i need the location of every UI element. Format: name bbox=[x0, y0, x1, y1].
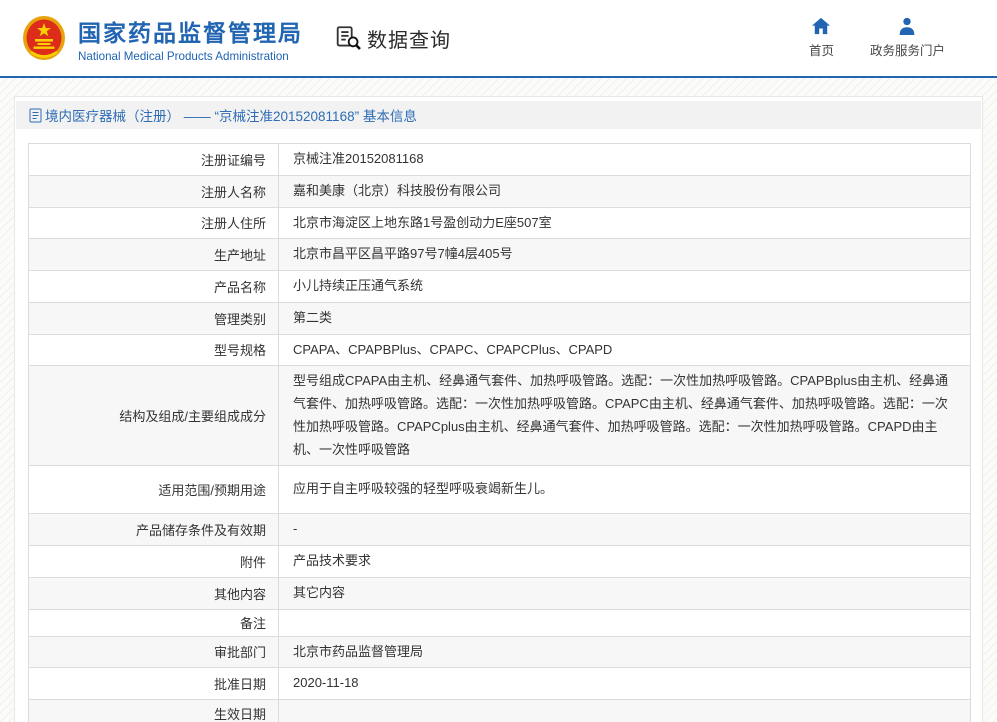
table-row: 备注 bbox=[29, 609, 971, 636]
nav-home[interactable]: 首页 bbox=[809, 17, 834, 59]
field-value: 小儿持续正压通气系统 bbox=[279, 271, 971, 303]
field-value: 应用于自主呼吸较强的轻型呼吸衰竭新生儿。 bbox=[279, 466, 971, 514]
field-label: 批准日期 bbox=[29, 668, 279, 700]
field-label: 产品储存条件及有效期 bbox=[29, 514, 279, 546]
field-label: 备注 bbox=[29, 609, 279, 636]
field-value: 北京市昌平区昌平路97号7幢4层405号 bbox=[279, 239, 971, 271]
field-value bbox=[279, 609, 971, 636]
table-row: 附件产品技术要求 bbox=[29, 546, 971, 578]
field-value: 嘉和美康（北京）科技股份有限公司 bbox=[279, 175, 971, 207]
content-panel: 境内医疗器械（注册） —— “京械注准20152081168” 基本信息 注册证… bbox=[14, 96, 983, 722]
data-query-section[interactable]: 数据查询 bbox=[335, 24, 451, 53]
data-query-label: 数据查询 bbox=[367, 24, 451, 53]
page-title: 境内医疗器械（注册） —— “京械注准20152081168” 基本信息 bbox=[45, 105, 417, 125]
field-value: 其它内容 bbox=[279, 577, 971, 609]
field-label: 注册人名称 bbox=[29, 175, 279, 207]
field-label: 注册证编号 bbox=[29, 144, 279, 176]
home-icon bbox=[811, 17, 831, 35]
nmpa-logo[interactable]: 国家药品监督管理局 National Medical Products Admi… bbox=[22, 14, 303, 63]
nav-home-label: 首页 bbox=[809, 40, 834, 59]
nav-portal[interactable]: 政务服务门户 bbox=[870, 17, 945, 59]
field-label: 注册人住所 bbox=[29, 207, 279, 239]
table-row: 结构及组成/主要组成成分型号组成CPAPA由主机、经鼻通气套件、加热呼吸管路。选… bbox=[29, 366, 971, 466]
site-subtitle: National Medical Products Administration bbox=[78, 50, 303, 63]
national-emblem-icon bbox=[22, 15, 66, 61]
table-row: 产品储存条件及有效期- bbox=[29, 514, 971, 546]
field-value: CPAPA、CPAPBPlus、CPAPC、CPAPCPlus、CPAPD bbox=[279, 334, 971, 366]
table-row: 型号规格CPAPA、CPAPBPlus、CPAPC、CPAPCPlus、CPAP… bbox=[29, 334, 971, 366]
field-label: 产品名称 bbox=[29, 271, 279, 303]
table-row: 审批部门北京市药品监督管理局 bbox=[29, 636, 971, 668]
user-icon bbox=[897, 17, 917, 35]
field-label: 生产地址 bbox=[29, 239, 279, 271]
table-row: 适用范围/预期用途应用于自主呼吸较强的轻型呼吸衰竭新生儿。 bbox=[29, 466, 971, 514]
table-row: 其他内容其它内容 bbox=[29, 577, 971, 609]
header-nav: 首页 政务服务门户 bbox=[809, 17, 997, 59]
table-row: 管理类别第二类 bbox=[29, 302, 971, 334]
field-label: 其他内容 bbox=[29, 577, 279, 609]
site-title: 国家药品监督管理局 bbox=[78, 14, 303, 48]
field-value: 2020-11-18 bbox=[279, 668, 971, 700]
page-title-bar: 境内医疗器械（注册） —— “京械注准20152081168” 基本信息 bbox=[16, 101, 981, 129]
field-label: 附件 bbox=[29, 546, 279, 578]
field-label: 管理类别 bbox=[29, 302, 279, 334]
field-value: - bbox=[279, 514, 971, 546]
field-label: 生效日期 bbox=[29, 700, 279, 722]
field-value: 北京市药品监督管理局 bbox=[279, 636, 971, 668]
data-query-icon bbox=[335, 25, 363, 51]
field-value: 京械注准20152081168 bbox=[279, 144, 971, 176]
document-icon bbox=[29, 108, 42, 123]
table-row: 注册人名称嘉和美康（北京）科技股份有限公司 bbox=[29, 175, 971, 207]
nav-portal-label: 政务服务门户 bbox=[870, 40, 945, 59]
field-value: 北京市海淀区上地东路1号盈创动力E座507室 bbox=[279, 207, 971, 239]
field-label: 结构及组成/主要组成成分 bbox=[29, 366, 279, 466]
table-row: 产品名称小儿持续正压通气系统 bbox=[29, 271, 971, 303]
field-label: 适用范围/预期用途 bbox=[29, 466, 279, 514]
field-label: 型号规格 bbox=[29, 334, 279, 366]
table-row: 注册人住所北京市海淀区上地东路1号盈创动力E座507室 bbox=[29, 207, 971, 239]
table-row: 生效日期 bbox=[29, 700, 971, 722]
field-label: 审批部门 bbox=[29, 636, 279, 668]
field-value: 型号组成CPAPA由主机、经鼻通气套件、加热呼吸管路。选配：一次性加热呼吸管路。… bbox=[279, 366, 971, 466]
field-value: 第二类 bbox=[279, 302, 971, 334]
table-row: 生产地址北京市昌平区昌平路97号7幢4层405号 bbox=[29, 239, 971, 271]
info-table-body: 注册证编号京械注准20152081168注册人名称嘉和美康（北京）科技股份有限公… bbox=[29, 144, 971, 722]
info-table: 注册证编号京械注准20152081168注册人名称嘉和美康（北京）科技股份有限公… bbox=[28, 143, 971, 722]
field-value: 产品技术要求 bbox=[279, 546, 971, 578]
table-row: 注册证编号京械注准20152081168 bbox=[29, 144, 971, 176]
logo-text: 国家药品监督管理局 National Medical Products Admi… bbox=[78, 14, 303, 63]
site-header: 国家药品监督管理局 National Medical Products Admi… bbox=[0, 0, 997, 78]
table-row: 批准日期2020-11-18 bbox=[29, 668, 971, 700]
field-value bbox=[279, 700, 971, 722]
